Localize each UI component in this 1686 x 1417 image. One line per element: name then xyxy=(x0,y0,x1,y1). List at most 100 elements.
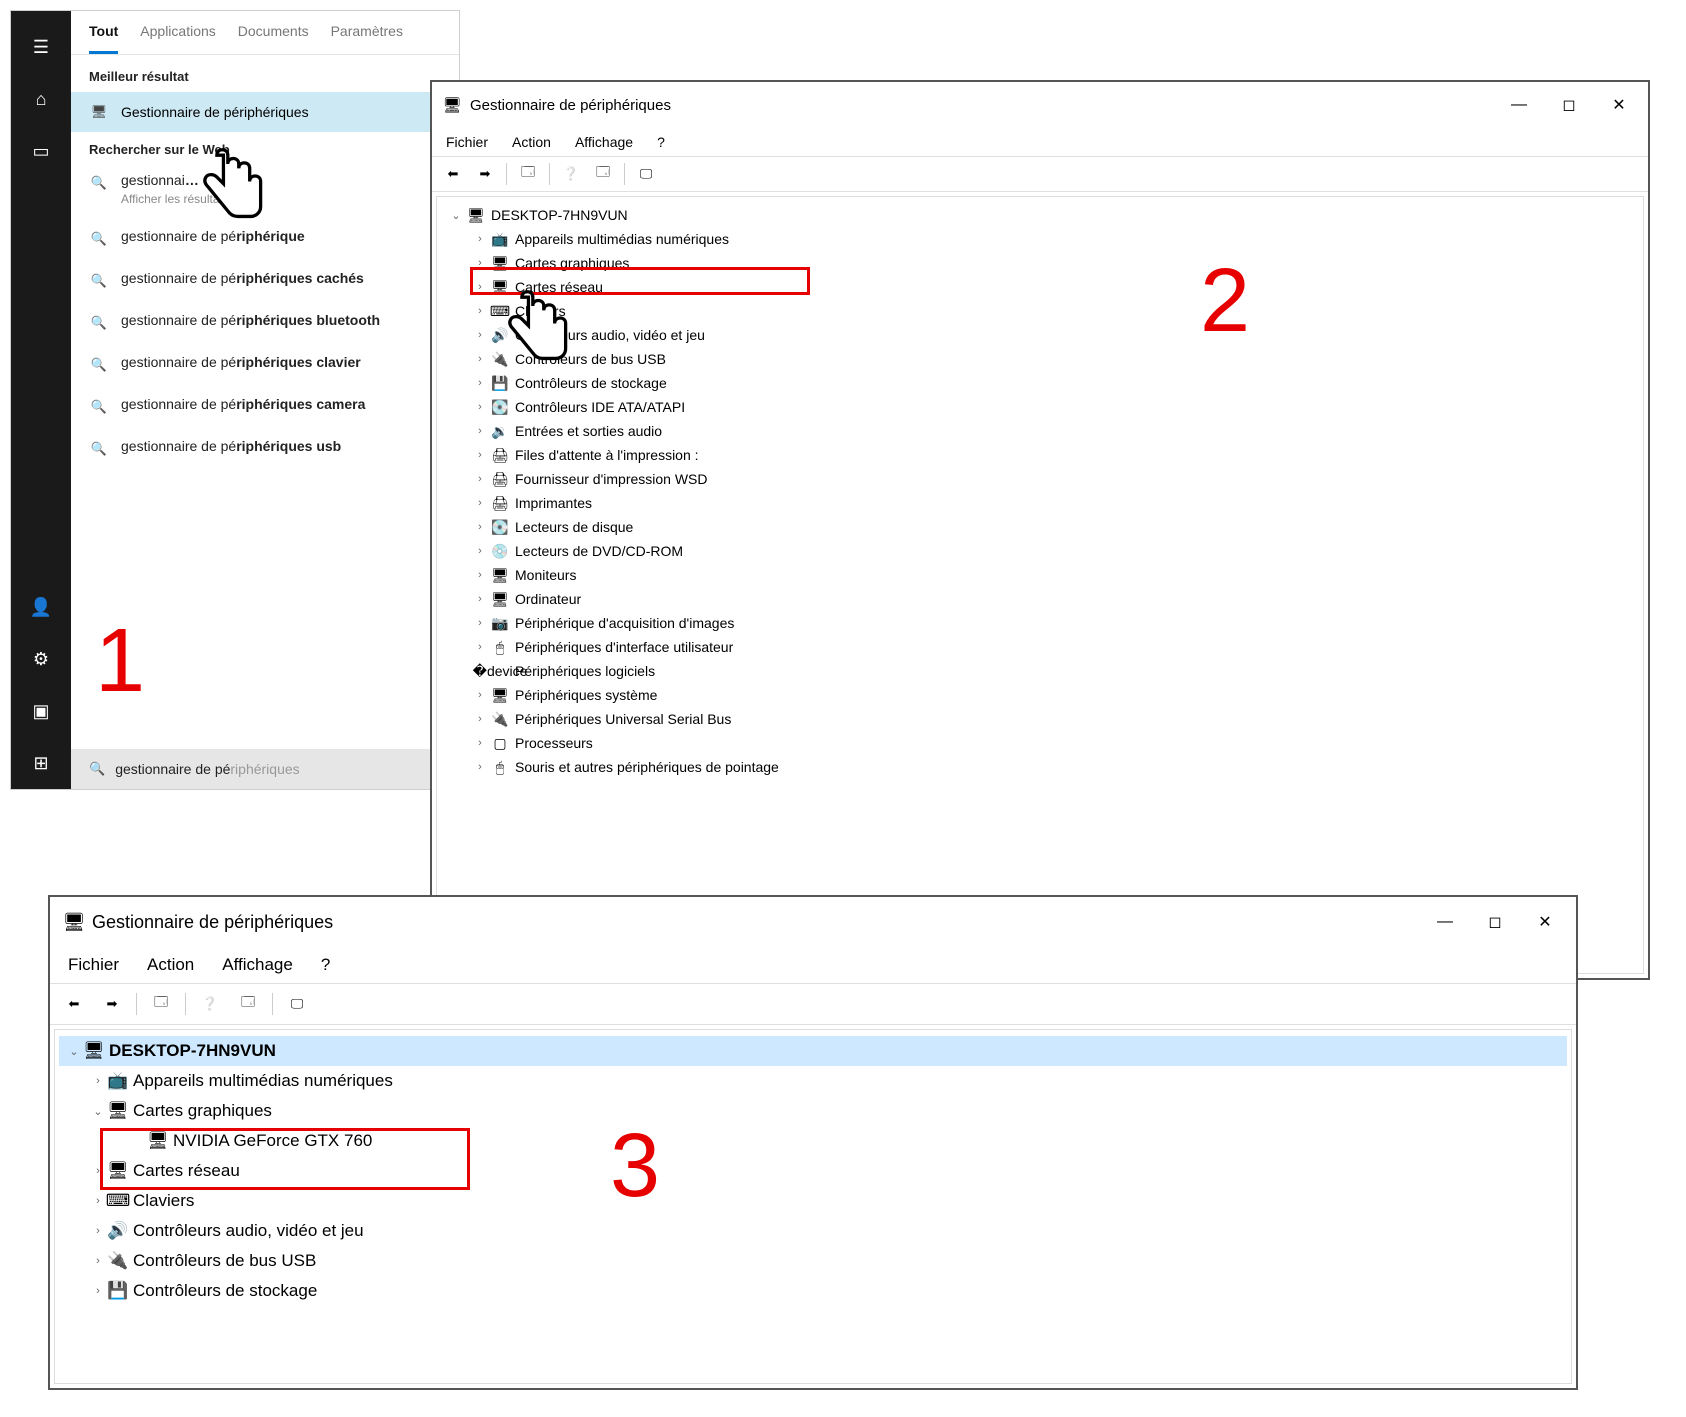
tree-category[interactable]: ›🔊Contrôleurs audio, vidéo et jeu xyxy=(441,323,1639,347)
menu-file[interactable]: Fichier xyxy=(446,134,488,150)
show-hidden-button[interactable]: 🖵 xyxy=(633,161,659,187)
tree-category[interactable]: ›💾Contrôleurs de stockage xyxy=(59,1276,1567,1306)
tree-category[interactable]: ›�devicePériphériques logiciels xyxy=(441,659,1639,683)
minimize-button[interactable]: — xyxy=(1420,905,1470,939)
expand-arrow-icon[interactable]: ⌄ xyxy=(447,209,465,222)
tree-category[interactable]: ›💾Contrôleurs de stockage xyxy=(441,371,1639,395)
maximize-button[interactable]: ◻ xyxy=(1470,905,1520,939)
tree-category[interactable]: ›🔊Contrôleurs audio, vidéo et jeu xyxy=(59,1216,1567,1246)
suggestion-item[interactable]: 🔍 gestionnaire de périphériques clavier xyxy=(71,343,459,385)
suggestion-item[interactable]: 🔍 gestionnaire de périphériques camera xyxy=(71,385,459,427)
menu-action[interactable]: Action xyxy=(147,955,194,975)
tree-category[interactable]: ›🖨Fournisseur d'impression WSD xyxy=(441,467,1639,491)
scan-button[interactable]: 🗔 xyxy=(590,161,616,187)
tab-settings[interactable]: Paramètres xyxy=(331,23,403,54)
expand-arrow-icon[interactable]: › xyxy=(471,569,489,581)
back-button[interactable]: ⬅ xyxy=(58,988,90,1020)
tree-category[interactable]: ›🖥Ordinateur xyxy=(441,587,1639,611)
hamburger-icon[interactable]: ☰ xyxy=(27,33,55,61)
expand-arrow-icon[interactable]: › xyxy=(471,377,489,389)
forward-button[interactable]: ➡ xyxy=(472,161,498,187)
expand-arrow-icon[interactable]: › xyxy=(471,305,489,317)
titlebar[interactable]: 🖥 Gestionnaire de périphériques — ◻ ✕ xyxy=(50,897,1576,947)
document-icon[interactable]: ▭ xyxy=(27,137,55,165)
gear-icon[interactable]: ⚙ xyxy=(27,645,55,673)
tree-category[interactable]: ›📷Périphérique d'acquisition d'images xyxy=(441,611,1639,635)
picture-icon[interactable]: ▣ xyxy=(27,697,55,725)
expand-arrow-icon[interactable]: › xyxy=(471,737,489,749)
tree-category[interactable]: ›⌨Claviers xyxy=(59,1186,1567,1216)
close-button[interactable]: ✕ xyxy=(1520,905,1570,939)
expand-arrow-icon[interactable]: › xyxy=(471,425,489,437)
suggestion-item[interactable]: 🔍 gestionnaire de périphériques bluetoot… xyxy=(71,301,459,343)
help-button[interactable]: ❔ xyxy=(558,161,584,187)
expand-arrow-icon[interactable]: ⌄ xyxy=(65,1045,83,1058)
menu-view[interactable]: Affichage xyxy=(575,134,633,150)
tree-root[interactable]: ⌄🖥DESKTOP-7HN9VUN xyxy=(441,203,1639,227)
tree-category[interactable]: ›🖱Périphériques d'interface utilisateur xyxy=(441,635,1639,659)
expand-arrow-icon[interactable]: ⌄ xyxy=(89,1105,107,1118)
forward-button[interactable]: ➡ xyxy=(96,988,128,1020)
suggestion-item[interactable]: 🔍 gestionnai… Afficher les résultats Web xyxy=(71,161,459,217)
device-tree[interactable]: ⌄🖥DESKTOP-7HN9VUN›📺Appareils multimédias… xyxy=(54,1029,1572,1384)
back-button[interactable]: ⬅ xyxy=(440,161,466,187)
tab-apps[interactable]: Applications xyxy=(140,23,216,54)
tree-category[interactable]: ›🖥Moniteurs xyxy=(441,563,1639,587)
menu-help[interactable]: ? xyxy=(657,134,665,150)
menu-view[interactable]: Affichage xyxy=(222,955,293,975)
expand-arrow-icon[interactable]: › xyxy=(471,521,489,533)
device-tree[interactable]: ⌄🖥DESKTOP-7HN9VUN›📺Appareils multimédias… xyxy=(436,196,1644,974)
tree-category[interactable]: ›🖨Files d'attente à l'impression : xyxy=(441,443,1639,467)
search-input-box[interactable]: 🔍 gestionnaire de périphériques xyxy=(71,749,459,789)
tree-category[interactable]: ›▢Processeurs xyxy=(441,731,1639,755)
expand-arrow-icon[interactable]: › xyxy=(89,1285,107,1297)
maximize-button[interactable]: ◻ xyxy=(1544,88,1594,122)
tab-all[interactable]: Tout xyxy=(89,23,118,54)
windows-start-icon[interactable]: ⊞ xyxy=(27,749,55,777)
tree-category[interactable]: ›💽Contrôleurs IDE ATA/ATAPI xyxy=(441,395,1639,419)
tree-category[interactable]: ›🔌Contrôleurs de bus USB xyxy=(441,347,1639,371)
expand-arrow-icon[interactable]: › xyxy=(471,497,489,509)
tree-category[interactable]: ›🖥Périphériques système xyxy=(441,683,1639,707)
expand-arrow-icon[interactable]: › xyxy=(89,1195,107,1207)
menu-help[interactable]: ? xyxy=(321,955,330,975)
expand-arrow-icon[interactable]: › xyxy=(471,761,489,773)
tree-category[interactable]: ›💽Lecteurs de disque xyxy=(441,515,1639,539)
properties-button[interactable]: 🗔 xyxy=(145,988,177,1020)
tree-category[interactable]: ›🔉Entrées et sorties audio xyxy=(441,419,1639,443)
show-hidden-button[interactable]: 🖵 xyxy=(281,988,313,1020)
expand-arrow-icon[interactable]: › xyxy=(471,353,489,365)
tree-category[interactable]: ›🔌Contrôleurs de bus USB xyxy=(59,1246,1567,1276)
expand-arrow-icon[interactable]: › xyxy=(471,689,489,701)
tree-category[interactable]: ›🖨Imprimantes xyxy=(441,491,1639,515)
suggestion-item[interactable]: 🔍 gestionnaire de périphérique xyxy=(71,217,459,259)
close-button[interactable]: ✕ xyxy=(1594,88,1644,122)
tree-category[interactable]: ›🖱Souris et autres périphériques de poin… xyxy=(441,755,1639,779)
user-icon[interactable]: 👤 xyxy=(27,593,55,621)
expand-arrow-icon[interactable]: › xyxy=(471,329,489,341)
expand-arrow-icon[interactable]: › xyxy=(471,545,489,557)
menu-action[interactable]: Action xyxy=(512,134,551,150)
expand-arrow-icon[interactable]: › xyxy=(471,641,489,653)
tree-root[interactable]: ⌄🖥DESKTOP-7HN9VUN xyxy=(59,1036,1567,1066)
tree-category[interactable]: ›⌨Claviers xyxy=(441,299,1639,323)
best-result-item[interactable]: 🖥 Gestionnaire de périphériques xyxy=(71,92,459,132)
expand-arrow-icon[interactable]: › xyxy=(471,713,489,725)
expand-arrow-icon[interactable]: › xyxy=(471,233,489,245)
tree-category[interactable]: ›📺Appareils multimédias numériques xyxy=(59,1066,1567,1096)
help-button[interactable]: ❔ xyxy=(194,988,226,1020)
expand-arrow-icon[interactable]: › xyxy=(471,617,489,629)
suggestion-item[interactable]: 🔍 gestionnaire de périphériques usb xyxy=(71,427,459,469)
menu-file[interactable]: Fichier xyxy=(68,955,119,975)
expand-arrow-icon[interactable]: › xyxy=(89,1075,107,1087)
home-icon[interactable]: ⌂ xyxy=(27,85,55,113)
expand-arrow-icon[interactable]: › xyxy=(471,473,489,485)
expand-arrow-icon[interactable]: › xyxy=(89,1255,107,1267)
titlebar[interactable]: 🖥 Gestionnaire de périphériques — ◻ ✕ xyxy=(432,82,1648,128)
tree-category[interactable]: ›💿Lecteurs de DVD/CD-ROM xyxy=(441,539,1639,563)
tab-docs[interactable]: Documents xyxy=(238,23,309,54)
minimize-button[interactable]: — xyxy=(1494,88,1544,122)
expand-arrow-icon[interactable]: › xyxy=(471,401,489,413)
scan-button[interactable]: 🗔 xyxy=(232,988,264,1020)
suggestion-item[interactable]: 🔍 gestionnaire de périphériques cachés xyxy=(71,259,459,301)
